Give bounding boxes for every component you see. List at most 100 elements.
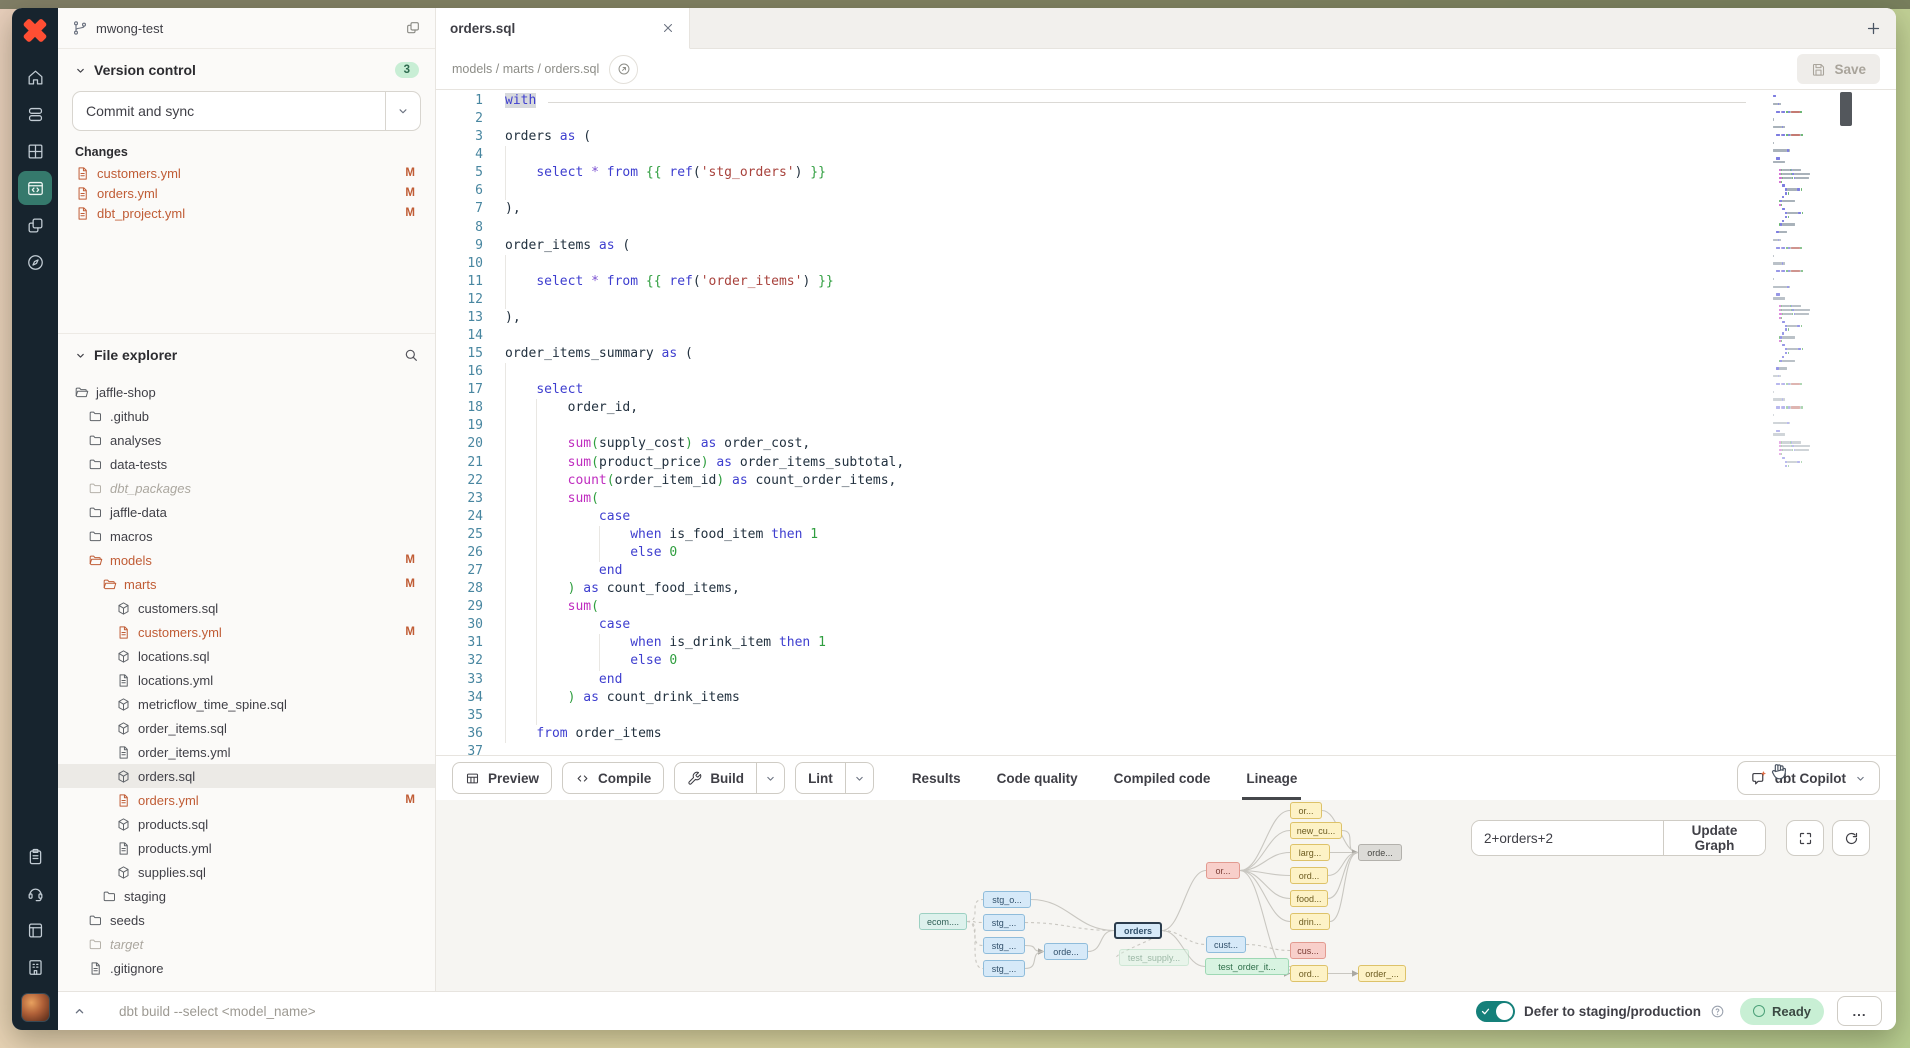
lineage-node-m_larg[interactable]: larg... [1290,844,1330,861]
overlap-squares-icon[interactable] [18,208,52,242]
tree-item-.github[interactable]: .github [58,404,435,428]
command-input[interactable]: dbt build --select <model_name> [119,1004,316,1019]
code-line[interactable]: 3orders as ( [436,128,1761,146]
lineage-node-n_or_pink[interactable]: or... [1206,862,1240,879]
lineage-node-s_stg1[interactable]: stg_o... [983,891,1031,908]
lineage-node-p_cus[interactable]: cus... [1290,942,1326,959]
code-area[interactable]: 1with23orders as (45 select * from {{ re… [436,92,1761,755]
code-line[interactable]: 27 end [436,562,1761,580]
tree-item-locations.yml[interactable]: locations.yml [58,668,435,692]
code-line[interactable]: 26 else 0 [436,544,1761,562]
close-tab-icon[interactable] [661,21,675,35]
code-line[interactable]: 10 [436,255,1761,273]
scrollbar-thumb[interactable] [1840,92,1852,126]
compass-icon[interactable] [18,245,52,279]
lineage-node-s_ord_pre[interactable]: orde... [1044,943,1088,960]
tree-item-locations.sql[interactable]: locations.sql [58,644,435,668]
expand-console-icon[interactable] [72,1004,87,1019]
open-in-explorer-icon[interactable] [609,55,638,84]
code-line[interactable]: 18 order_id, [436,399,1761,417]
code-line[interactable]: 28 ) as count_food_items, [436,580,1761,598]
tree-item-seeds[interactable]: seeds [58,908,435,932]
lineage-node-n_testsup[interactable]: test_supply... [1119,949,1189,966]
user-avatar[interactable] [21,993,50,1022]
tree-item-staging[interactable]: staging [58,884,435,908]
version-control-header[interactable]: Version control 3 [58,49,435,85]
code-line[interactable]: 34 ) as count_drink_items [436,689,1761,707]
tree-item-dbt_packages[interactable]: dbt_packages [58,476,435,500]
minimap[interactable] [1773,95,1868,469]
lineage-selector-input[interactable] [1472,821,1663,855]
code-line[interactable]: 32 else 0 [436,652,1761,670]
build-button[interactable]: Build [674,762,757,794]
save-button[interactable]: Save [1797,54,1880,84]
tab-orders-sql[interactable]: orders.sql [436,8,690,49]
code-line[interactable]: 21 sum(product_price) as order_items_sub… [436,454,1761,472]
code-line[interactable]: 6 [436,182,1761,200]
build-options-caret[interactable] [757,762,785,794]
tree-item-marts[interactable]: martsM [58,572,435,596]
code-line[interactable]: 7), [436,200,1761,218]
lineage-node-n_orders[interactable]: orders [1114,922,1162,939]
tree-item-order_items.yml[interactable]: order_items.yml [58,740,435,764]
commit-options-caret[interactable] [385,92,420,130]
code-line[interactable]: 5 select * from {{ ref('stg_orders') }} [436,164,1761,182]
result-tab-lineage[interactable]: Lineage [1246,756,1297,800]
copy-icon[interactable] [405,20,421,36]
dbt-logo-icon[interactable] [19,15,51,47]
commit-and-sync-button[interactable]: Commit and sync [72,91,421,131]
refresh-button[interactable] [1832,820,1870,856]
code-line[interactable]: 8 [436,219,1761,237]
result-tab-code-quality[interactable]: Code quality [997,756,1078,800]
fullscreen-button[interactable] [1786,820,1824,856]
code-line[interactable]: 35 [436,707,1761,725]
code-line[interactable]: 9order_items as ( [436,237,1761,255]
changed-file-dbt_project.yml[interactable]: dbt_project.yml M [58,203,435,223]
lineage-node-s_ecom[interactable]: ecom.... [919,913,967,930]
code-line[interactable]: 31 when is_drink_item then 1 [436,634,1761,652]
lineage-node-m_or[interactable]: or... [1290,802,1322,819]
result-tab-compiled-code[interactable]: Compiled code [1114,756,1211,800]
lineage-node-g_orde[interactable]: orde... [1358,844,1402,861]
code-line[interactable]: 25 when is_food_item then 1 [436,526,1761,544]
code-line[interactable]: 14 [436,327,1761,345]
update-graph-button[interactable]: Update Graph [1663,821,1765,855]
lineage-node-m_drin[interactable]: drin... [1290,913,1330,930]
stack-icon[interactable] [18,97,52,131]
code-line[interactable]: 36 from order_items [436,725,1761,743]
code-line[interactable]: 33 end [436,671,1761,689]
code-line[interactable]: 12 [436,291,1761,309]
headset-icon[interactable] [18,876,52,910]
code-line[interactable]: 15order_items_summary as ( [436,345,1761,363]
tree-item-customers.yml[interactable]: customers.ymlM [58,620,435,644]
tree-item-metricflow_time_spine.sql[interactable]: metricflow_time_spine.sql [58,692,435,716]
clipboard-icon[interactable] [18,839,52,873]
lineage-node-m_order3[interactable]: order_... [1358,965,1406,982]
changed-file-orders.yml[interactable]: orders.yml M [58,183,435,203]
lineage-node-n_testorder[interactable]: test_order_it... [1205,958,1289,975]
grid-icon[interactable] [18,134,52,168]
file-explorer-header[interactable]: File explorer [58,334,435,370]
tree-item-jaffle-data[interactable]: jaffle-data [58,500,435,524]
lint-options-caret[interactable] [846,762,874,794]
lineage-node-s_stg2[interactable]: stg_... [983,914,1025,931]
status-badge[interactable]: Ready [1740,998,1824,1025]
code-line[interactable]: 13), [436,309,1761,327]
lineage-node-n_cust[interactable]: cust... [1206,936,1246,953]
tree-item-orders.sql[interactable]: orders.sql [58,764,435,788]
lint-button[interactable]: Lint [795,762,846,794]
lineage-node-m_ord2[interactable]: ord... [1290,965,1328,982]
lineage-node-m_food[interactable]: food... [1290,890,1328,907]
code-editor[interactable]: 1with23orders as (45 select * from {{ re… [436,90,1896,755]
compile-button[interactable]: Compile [562,762,664,794]
code-line[interactable]: 20 sum(supply_cost) as order_cost, [436,435,1761,453]
tree-item-.gitignore[interactable]: .gitignore [58,956,435,980]
code-window-icon[interactable] [18,171,52,205]
help-icon[interactable] [1710,1004,1725,1019]
tree-item-order_items.sql[interactable]: order_items.sql [58,716,435,740]
code-line[interactable]: 24 case [436,508,1761,526]
tree-item-supplies.sql[interactable]: supplies.sql [58,860,435,884]
tree-item-analyses[interactable]: analyses [58,428,435,452]
code-line[interactable]: 4 [436,146,1761,164]
tree-item-models[interactable]: modelsM [58,548,435,572]
